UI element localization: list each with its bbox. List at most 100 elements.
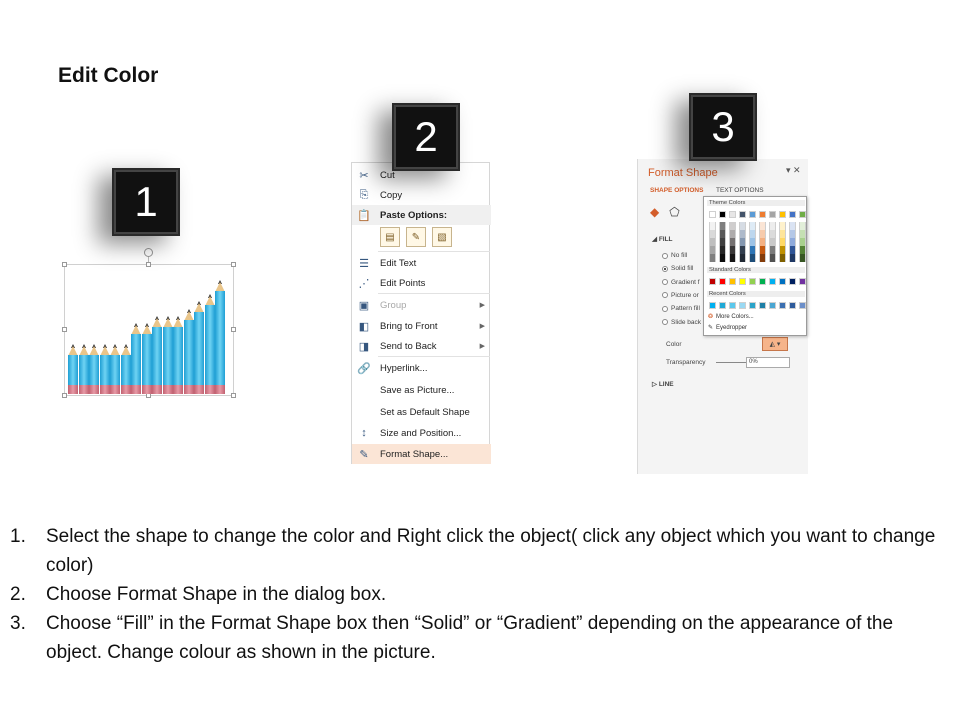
color-swatch[interactable] bbox=[779, 211, 786, 218]
menu-item-set-as-default-shape[interactable]: Set as Default Shape bbox=[352, 402, 491, 422]
fill-option-picture-or[interactable]: Picture or bbox=[662, 292, 699, 299]
color-swatch[interactable] bbox=[739, 230, 746, 238]
color-swatch[interactable] bbox=[729, 246, 736, 254]
color-swatch[interactable] bbox=[719, 246, 726, 254]
line-section-header[interactable]: ▷ LINE bbox=[652, 380, 674, 388]
color-swatch[interactable] bbox=[749, 230, 756, 238]
color-swatch[interactable] bbox=[759, 211, 766, 218]
radio-button[interactable] bbox=[662, 292, 668, 299]
menu-item-edit-points[interactable]: ⋰ Edit Points bbox=[352, 273, 491, 293]
color-swatch[interactable] bbox=[769, 238, 776, 246]
color-swatch[interactable] bbox=[789, 222, 796, 230]
color-swatch[interactable] bbox=[709, 254, 716, 262]
color-swatch[interactable] bbox=[709, 211, 716, 218]
color-swatch[interactable] bbox=[709, 230, 716, 238]
tab-shape-options[interactable]: SHAPE OPTIONS bbox=[650, 187, 703, 194]
radio-button[interactable] bbox=[662, 319, 668, 325]
fill-option-pattern-fill[interactable]: Pattern fill bbox=[662, 305, 700, 312]
color-swatch[interactable] bbox=[779, 254, 786, 262]
more-colors-link[interactable]: ❂ More Colors... bbox=[708, 313, 754, 321]
color-swatch[interactable] bbox=[759, 254, 766, 262]
color-swatch[interactable] bbox=[769, 230, 776, 238]
color-swatch[interactable] bbox=[789, 302, 796, 309]
fill-color-button[interactable]: ◭ ▾ bbox=[762, 337, 788, 351]
color-swatch[interactable] bbox=[779, 230, 786, 238]
color-swatch[interactable] bbox=[799, 302, 806, 309]
menu-item-format-shape[interactable]: ✎ Format Shape... bbox=[352, 444, 491, 464]
color-swatch[interactable] bbox=[739, 238, 746, 246]
fill-bucket-icon[interactable]: ◆ bbox=[650, 205, 659, 219]
color-swatch[interactable] bbox=[749, 278, 756, 285]
color-swatch[interactable] bbox=[759, 222, 766, 230]
fill-option-no-fill[interactable]: No fill bbox=[662, 252, 687, 259]
menu-item-edit-text[interactable]: ☰ Edit Text bbox=[352, 253, 491, 273]
color-swatch[interactable] bbox=[749, 211, 756, 218]
color-swatch[interactable] bbox=[799, 230, 806, 238]
color-swatch[interactable] bbox=[729, 211, 736, 218]
color-swatch[interactable] bbox=[769, 222, 776, 230]
color-swatch[interactable] bbox=[709, 302, 716, 309]
color-swatch[interactable] bbox=[729, 254, 736, 262]
menu-item-send-to-back[interactable]: ◨ Send to Back ▶ bbox=[352, 336, 491, 356]
transparency-slider[interactable] bbox=[716, 362, 746, 363]
color-swatch[interactable] bbox=[749, 254, 756, 262]
color-swatch[interactable] bbox=[749, 222, 756, 230]
color-swatch[interactable] bbox=[759, 238, 766, 246]
radio-button[interactable] bbox=[662, 265, 668, 272]
color-swatch[interactable] bbox=[709, 246, 716, 254]
menu-item-save-as-picture[interactable]: Save as Picture... bbox=[352, 380, 491, 400]
rotation-handle[interactable] bbox=[144, 248, 153, 257]
pentagon-icon[interactable]: ⬠ bbox=[669, 205, 679, 219]
radio-button[interactable] bbox=[662, 305, 668, 312]
color-swatch[interactable] bbox=[799, 238, 806, 246]
fill-option-gradient-f[interactable]: Gradient f bbox=[662, 279, 700, 286]
color-swatch[interactable] bbox=[719, 238, 726, 246]
color-swatch[interactable] bbox=[799, 254, 806, 262]
color-swatch[interactable] bbox=[779, 246, 786, 254]
resize-handle[interactable] bbox=[62, 393, 67, 398]
color-swatch[interactable] bbox=[769, 254, 776, 262]
color-swatch[interactable] bbox=[789, 238, 796, 246]
color-swatch[interactable] bbox=[719, 302, 726, 309]
resize-handle[interactable] bbox=[231, 262, 236, 267]
fill-option-slide-back[interactable]: Slide back bbox=[662, 319, 701, 326]
color-swatch[interactable] bbox=[739, 302, 746, 309]
paste-keep-format-icon[interactable]: ▤ bbox=[380, 227, 400, 247]
color-swatch[interactable] bbox=[729, 302, 736, 309]
eyedropper-link[interactable]: ✎ Eyedropper bbox=[708, 324, 747, 332]
color-swatch[interactable] bbox=[769, 302, 776, 309]
menu-item-size-and-position[interactable]: ↕ Size and Position... bbox=[352, 423, 491, 443]
pencil-bar-chart[interactable] bbox=[68, 266, 228, 394]
resize-handle[interactable] bbox=[231, 393, 236, 398]
color-swatch[interactable] bbox=[719, 278, 726, 285]
color-swatch[interactable] bbox=[749, 302, 756, 309]
color-swatch[interactable] bbox=[799, 246, 806, 254]
color-swatch[interactable] bbox=[789, 211, 796, 218]
resize-handle[interactable] bbox=[62, 262, 67, 267]
color-swatch[interactable] bbox=[759, 230, 766, 238]
pane-controls[interactable]: ▾ ✕ bbox=[786, 165, 801, 176]
resize-handle[interactable] bbox=[62, 327, 67, 332]
color-swatch[interactable] bbox=[789, 246, 796, 254]
paste-merge-format-icon[interactable]: ✎ bbox=[406, 227, 426, 247]
color-swatch[interactable] bbox=[779, 302, 786, 309]
color-swatch[interactable] bbox=[709, 278, 716, 285]
fill-option-solid-fill[interactable]: Solid fill bbox=[662, 265, 693, 272]
radio-button[interactable] bbox=[662, 279, 668, 286]
color-swatch[interactable] bbox=[769, 246, 776, 254]
color-swatch[interactable] bbox=[789, 278, 796, 285]
color-swatch[interactable] bbox=[759, 278, 766, 285]
color-swatch[interactable] bbox=[769, 211, 776, 218]
color-swatch[interactable] bbox=[719, 254, 726, 262]
color-swatch[interactable] bbox=[799, 211, 806, 218]
menu-item-copy[interactable]: ⎘ Copy bbox=[352, 185, 491, 205]
resize-handle[interactable] bbox=[231, 327, 236, 332]
tab-text-options[interactable]: TEXT OPTIONS bbox=[716, 187, 764, 194]
color-swatch[interactable] bbox=[759, 246, 766, 254]
color-swatch[interactable] bbox=[729, 238, 736, 246]
menu-item-hyperlink[interactable]: 🔗 Hyperlink... bbox=[352, 358, 491, 378]
color-swatch[interactable] bbox=[779, 222, 786, 230]
color-swatch[interactable] bbox=[729, 230, 736, 238]
color-swatch[interactable] bbox=[739, 246, 746, 254]
color-swatch[interactable] bbox=[799, 278, 806, 285]
